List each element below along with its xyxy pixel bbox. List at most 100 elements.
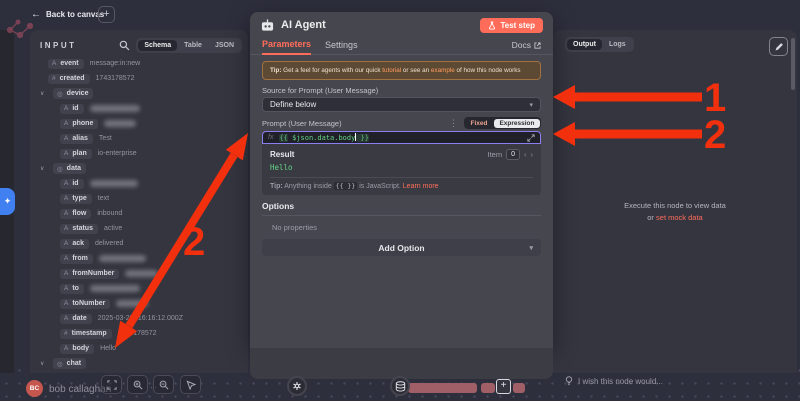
schema-field-row[interactable]: Afrom [30, 251, 248, 266]
add-node-button[interactable]: + [98, 6, 115, 23]
result-label: Result [270, 150, 294, 159]
schema-field-row[interactable]: Aflow inbound [30, 206, 248, 221]
search-icon[interactable] [119, 40, 130, 51]
schema-field-row[interactable]: Atype text [30, 191, 248, 206]
chevron-down-icon[interactable]: ∨ [40, 360, 47, 367]
chevron-down-icon[interactable]: ∨ [40, 165, 47, 172]
memory-connector[interactable] [390, 376, 410, 396]
zoom-out-icon [159, 380, 169, 390]
item-index-box[interactable]: 0 [506, 149, 520, 160]
mode-fixed[interactable]: Fixed [465, 119, 492, 128]
learn-more-link[interactable]: Learn more [403, 183, 439, 190]
schema-field-row[interactable]: AfromNumber [30, 266, 248, 281]
result-value: Hello [270, 163, 533, 172]
redacted-value [90, 105, 140, 112]
schema-field-row[interactable]: #created 1743178572 [30, 71, 248, 86]
schema-value: Hello [100, 345, 116, 352]
test-step-button[interactable]: Test step [480, 18, 543, 33]
schema-value: io-enterprise [98, 150, 137, 157]
schema-value: 1743178572 [96, 75, 135, 82]
schema-value: inbound [97, 210, 122, 217]
tab-settings[interactable]: Settings [325, 40, 358, 54]
docs-link[interactable]: Docs [512, 40, 541, 54]
schema-field-row[interactable]: Aack delivered [30, 236, 248, 251]
prompt-expression-input[interactable]: fx {{ $json.data.body }} [262, 131, 541, 144]
tab-schema[interactable]: Schema [138, 40, 177, 51]
expand-expression-icon[interactable] [527, 134, 535, 142]
mode-expression[interactable]: Expression [494, 119, 539, 128]
schema-field-row[interactable]: Abody Hello [30, 341, 248, 356]
schema-field-row[interactable]: Aid [30, 101, 248, 116]
schema-field-row[interactable]: Aphone [30, 116, 248, 131]
pointer-tool-button[interactable] [180, 375, 201, 394]
field-type-icon: A [64, 105, 68, 112]
redacted-value [99, 255, 146, 262]
schema-value: Test [99, 135, 112, 142]
tool-connector-add[interactable]: + [496, 379, 511, 394]
schema-key: alias [72, 135, 88, 142]
schema-field-row[interactable]: Ato [30, 281, 248, 296]
schema-tree: Aevent message:in:new #created 174317857… [30, 56, 248, 373]
field-type-icon: # [64, 330, 68, 337]
kebab-menu-icon[interactable]: ⋮ [449, 118, 458, 129]
expression-result-box: Result Item 0 ‹ › Hello Tip: Anything in… [262, 144, 541, 195]
back-arrow-icon: ← [31, 9, 41, 20]
tab-logs[interactable]: Logs [603, 39, 632, 50]
zoom-in-button[interactable] [127, 375, 148, 394]
prev-item-icon[interactable]: ‹ [524, 150, 527, 159]
input-view-tabs: Schema Table JSON [136, 38, 242, 53]
set-mock-data-link[interactable]: set mock data [656, 213, 703, 222]
add-option-button[interactable]: Add Option ▾ [262, 239, 541, 256]
tab-output[interactable]: Output [567, 39, 602, 50]
schema-key: data [67, 165, 81, 172]
scrollbar-thumb[interactable] [791, 38, 795, 90]
gear-icon [292, 381, 302, 391]
chevron-down-icon: ▾ [529, 244, 533, 252]
output-empty-state: Execute this node to view data or set mo… [553, 200, 797, 224]
zoom-in-icon [133, 380, 143, 390]
edit-output-button[interactable] [769, 37, 788, 56]
fit-view-button[interactable] [101, 375, 122, 394]
redacted-value [90, 285, 140, 292]
tutorial-link[interactable]: tutorial [382, 67, 401, 74]
schema-field-row[interactable]: Aevent message:in:new [30, 56, 248, 71]
zoom-out-button[interactable] [153, 375, 174, 394]
dialog-header: AI Agent Test step [250, 12, 553, 38]
schema-value: active [104, 225, 122, 232]
database-icon [395, 381, 406, 392]
schema-object-row[interactable]: ∨ ◎chat [30, 356, 248, 371]
tab-table[interactable]: Table [178, 40, 208, 51]
tool-node-highlight-left [481, 383, 495, 393]
schema-field-row[interactable]: Aid [30, 176, 248, 191]
node-settings-dialog: AI Agent Test step Parameters Settings D… [250, 12, 553, 348]
field-type-icon: A [64, 210, 68, 217]
schema-field-row[interactable]: Aalias Test [30, 131, 248, 146]
schema-field-row[interactable]: AtoNumber [30, 296, 248, 311]
schema-value: delivered [95, 240, 123, 247]
tab-json[interactable]: JSON [209, 40, 240, 51]
user-avatar[interactable]: BC [26, 380, 43, 397]
field-type-icon: A [64, 255, 68, 262]
schema-field-row[interactable]: Aplan io-enterprise [30, 146, 248, 161]
chevron-down-icon[interactable]: ∨ [40, 90, 47, 97]
schema-field-row[interactable]: Adate 2025-03-28T16:16:12.000Z [30, 311, 248, 326]
tab-parameters[interactable]: Parameters [262, 39, 311, 55]
schema-field-row[interactable]: Astatus active [30, 221, 248, 236]
pencil-icon [774, 42, 784, 52]
back-to-canvas-label: Back to canvas [46, 10, 104, 19]
node-feedback-prompt[interactable]: I wish this node would... [565, 376, 663, 387]
field-type-icon: A [64, 300, 68, 307]
example-link[interactable]: example [431, 67, 455, 74]
source-for-prompt-select[interactable]: Define below ▾ [262, 97, 541, 112]
back-to-canvas-button[interactable]: ← Back to canvas [31, 9, 104, 20]
assistant-badge[interactable]: ✦ [0, 188, 15, 215]
redacted-value [104, 120, 136, 127]
tip-banner: Tip: Get a feel for agents with our quic… [262, 61, 541, 80]
schema-object-row[interactable]: ∨ ◎device [30, 86, 248, 101]
field-type-icon: A [64, 270, 68, 277]
field-type-icon: A [64, 135, 68, 142]
next-item-icon[interactable]: › [531, 150, 534, 159]
chat-model-connector[interactable] [287, 376, 307, 396]
schema-object-row[interactable]: ∨ ◎data [30, 161, 248, 176]
schema-field-row[interactable]: #timestamp 1743178572 [30, 326, 248, 341]
